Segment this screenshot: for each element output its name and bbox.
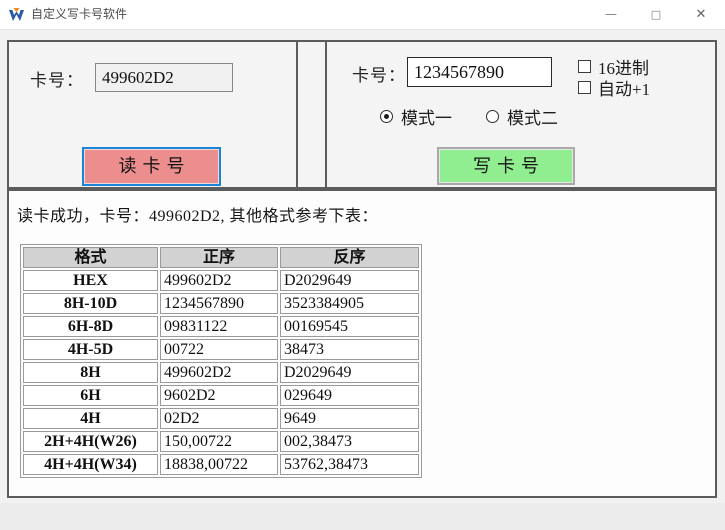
table-row: 2H+4H(W26) 150,00722 002,38473 bbox=[23, 431, 419, 452]
cell-forward: 499602D2 bbox=[160, 362, 278, 383]
cell-reverse: D2029649 bbox=[280, 362, 419, 383]
write-card-input[interactable] bbox=[407, 57, 552, 87]
hex-checkbox[interactable] bbox=[578, 60, 591, 73]
table-row: 4H+4H(W34) 18838,00722 53762,38473 bbox=[23, 454, 419, 475]
cell-format: 8H bbox=[23, 362, 158, 383]
mode-two-radio-row[interactable]: 模式二 bbox=[486, 104, 558, 129]
cell-forward: 18838,00722 bbox=[160, 454, 278, 475]
cell-forward: 00722 bbox=[160, 339, 278, 360]
read-card-label: 卡号： bbox=[30, 66, 84, 91]
auto-increment-checkbox-row[interactable]: 自动+1 bbox=[578, 75, 650, 100]
cell-reverse: D2029649 bbox=[280, 270, 419, 291]
write-card-button[interactable]: 写卡号 bbox=[437, 147, 575, 185]
read-card-button[interactable]: 读卡号 bbox=[82, 147, 221, 186]
cell-format: 6H-8D bbox=[23, 316, 158, 337]
cell-forward: 9602D2 bbox=[160, 385, 278, 406]
cell-reverse: 3523384905 bbox=[280, 293, 419, 314]
status-message: 读卡成功，卡号：499602D2, 其他格式参考下表： bbox=[17, 202, 378, 226]
table-row: 6H-8D 09831122 00169545 bbox=[23, 316, 419, 337]
cell-reverse: 002,38473 bbox=[280, 431, 419, 452]
results-panel: 读卡成功，卡号：499602D2, 其他格式参考下表： 格式 正序 反序 HEX… bbox=[7, 189, 717, 498]
mode-two-radio[interactable] bbox=[486, 110, 499, 123]
cell-format: 2H+4H(W26) bbox=[23, 431, 158, 452]
app-window: { "titlebar": { "title": "自定义写卡号软件", "mi… bbox=[0, 0, 725, 530]
write-card-label: 卡号： bbox=[352, 61, 406, 86]
cell-reverse: 53762,38473 bbox=[280, 454, 419, 475]
format-table: 格式 正序 反序 HEX 499602D2 D2029649 8H-10D 12… bbox=[20, 244, 422, 478]
read-card-value-field[interactable] bbox=[95, 63, 233, 92]
mode-one-label: 模式一 bbox=[401, 104, 452, 129]
window-title: 自定义写卡号软件 bbox=[31, 0, 127, 29]
cell-format: 8H-10D bbox=[23, 293, 158, 314]
cell-reverse: 00169545 bbox=[280, 316, 419, 337]
table-row: 8H-10D 1234567890 3523384905 bbox=[23, 293, 419, 314]
auto-increment-checkbox[interactable] bbox=[578, 81, 591, 94]
cell-reverse: 029649 bbox=[280, 385, 419, 406]
header-format: 格式 bbox=[23, 247, 158, 268]
cell-format: 4H+4H(W34) bbox=[23, 454, 158, 475]
close-button[interactable]: ✕ bbox=[686, 0, 716, 29]
table-row: 4H 02D2 9649 bbox=[23, 408, 419, 429]
cell-format: 4H bbox=[23, 408, 158, 429]
cell-format: 6H bbox=[23, 385, 158, 406]
table-header-row: 格式 正序 反序 bbox=[23, 247, 419, 268]
cell-forward: 1234567890 bbox=[160, 293, 278, 314]
cell-forward: 150,00722 bbox=[160, 431, 278, 452]
table-row: 8H 499602D2 D2029649 bbox=[23, 362, 419, 383]
cell-forward: 02D2 bbox=[160, 408, 278, 429]
table-row: HEX 499602D2 D2029649 bbox=[23, 270, 419, 291]
window-bottom-strip bbox=[0, 503, 725, 530]
cell-forward: 499602D2 bbox=[160, 270, 278, 291]
cell-format: 4H-5D bbox=[23, 339, 158, 360]
cell-reverse: 9649 bbox=[280, 408, 419, 429]
cell-reverse: 38473 bbox=[280, 339, 419, 360]
auto-increment-checkbox-label: 自动+1 bbox=[598, 75, 650, 100]
table-row: 6H 9602D2 029649 bbox=[23, 385, 419, 406]
cell-forward: 09831122 bbox=[160, 316, 278, 337]
header-reverse: 反序 bbox=[280, 247, 419, 268]
maximize-button[interactable]: □ bbox=[641, 0, 671, 29]
mode-two-label: 模式二 bbox=[507, 104, 558, 129]
table-row: 4H-5D 00722 38473 bbox=[23, 339, 419, 360]
cell-format: HEX bbox=[23, 270, 158, 291]
mode-one-radio-row[interactable]: 模式一 bbox=[380, 104, 452, 129]
header-forward: 正序 bbox=[160, 247, 278, 268]
title-bar: 自定义写卡号软件 — □ ✕ bbox=[0, 0, 725, 30]
panel-divider bbox=[296, 40, 327, 189]
app-logo-icon bbox=[8, 7, 25, 24]
minimize-button[interactable]: — bbox=[596, 0, 626, 29]
mode-one-radio[interactable] bbox=[380, 110, 393, 123]
